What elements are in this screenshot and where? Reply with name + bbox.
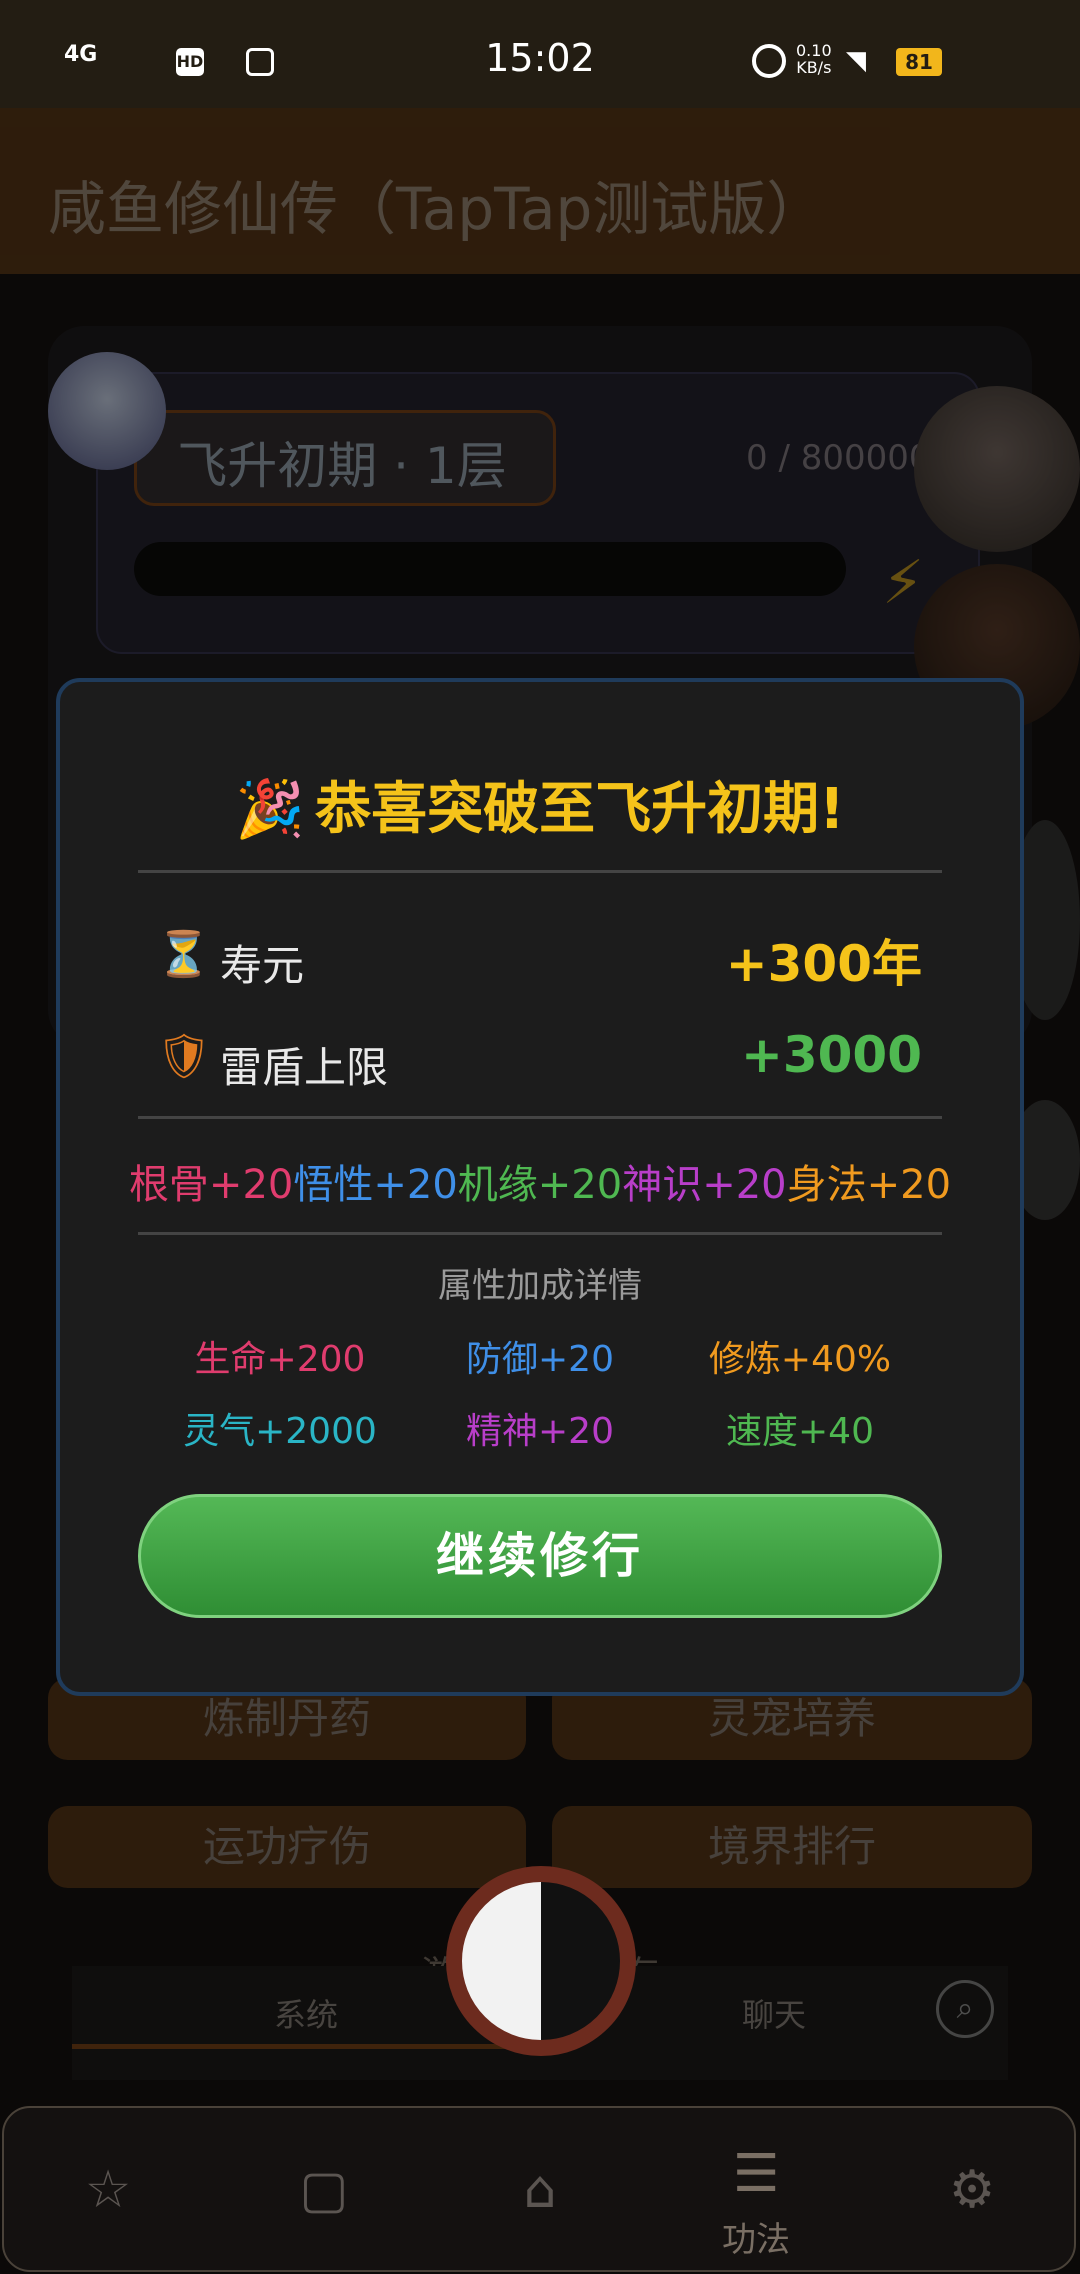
shield-limit-label: 雷盾上限 [220, 1043, 389, 1092]
companion-avatar[interactable] [914, 386, 1080, 552]
star-icon[interactable]: ☆ [68, 2150, 148, 2230]
bonus-hp: 生命+200 [194, 1339, 366, 1380]
attr-gain: 机缘+20 [457, 1162, 623, 1208]
nav-label-skills[interactable]: 功法 [700, 2212, 812, 2261]
heal-button[interactable]: 运功疗伤 [48, 1806, 526, 1888]
dialog-title-text: 恭喜突破至飞升初期! [315, 777, 845, 842]
app-title: 咸鱼修仙传（TapTap测试版） [48, 175, 825, 243]
continue-button[interactable]: 继续修行 [138, 1494, 942, 1618]
status-bar: 4G HD 15:02 0.10 KB/s ◥ 81 [0, 0, 1080, 108]
hourglass-icon: ⏳ [156, 929, 211, 980]
lifespan-value: +300年 [725, 935, 922, 993]
party-popper-icon: 🎉 [235, 777, 306, 842]
exp-progress-bar [134, 542, 846, 596]
bonus-spirit: 精神+20 [466, 1411, 614, 1452]
alarm-icon [752, 44, 786, 78]
bonus-defense: 防御+20 [466, 1339, 614, 1380]
attr-gain: 身法+20 [786, 1162, 952, 1208]
attr-gain: 神识+20 [622, 1162, 787, 1208]
skills-icon[interactable]: ☰ [716, 2134, 796, 2214]
wifi-icon: ◥ [846, 46, 866, 76]
shield-icon: 🛡 [156, 1031, 212, 1082]
lifespan-label: 寿元 [220, 941, 305, 990]
player-avatar[interactable] [48, 352, 166, 470]
bonus-details-title: 属性加成详情 [438, 1266, 642, 1306]
home-icon[interactable]: ⌂ [500, 2150, 580, 2230]
dialog-title: 🎉 恭喜突破至飞升初期! [56, 764, 1024, 845]
realm-ranking-button[interactable]: 境界排行 [552, 1806, 1032, 1888]
divider [138, 1116, 942, 1119]
realm-level: 飞升初期 · 1层 [177, 437, 507, 495]
attr-gain: 悟性+20 [293, 1162, 458, 1208]
divider [138, 1232, 942, 1235]
bonus-cultivation: 修炼+40% [708, 1339, 892, 1380]
network-speed: 0.10 KB/s [796, 41, 832, 77]
exp-counter: 0 / 800000 [746, 438, 931, 478]
app-header: 咸鱼修仙传（TapTap测试版） [0, 108, 1080, 274]
bonus-qi: 灵气+2000 [183, 1411, 377, 1452]
battery-indicator: 81 [896, 48, 942, 76]
taiji-icon[interactable] [446, 1866, 636, 2056]
gear-icon[interactable]: ⚙ [932, 2150, 1012, 2230]
bag-icon[interactable]: ▢ [284, 2150, 364, 2230]
attribute-gains: 根骨+20悟性+20机缘+20神识+20身法+20 [56, 1152, 1024, 1210]
bonus-speed: 速度+40 [726, 1411, 874, 1452]
divider [138, 870, 942, 873]
shield-limit-value: +3000 [740, 1026, 922, 1084]
attr-gain: 根骨+20 [128, 1162, 294, 1208]
lightning-icon: ⚡ [882, 548, 925, 618]
tab-underline [72, 2044, 540, 2049]
search-icon[interactable]: ⌕ [936, 1980, 994, 2038]
